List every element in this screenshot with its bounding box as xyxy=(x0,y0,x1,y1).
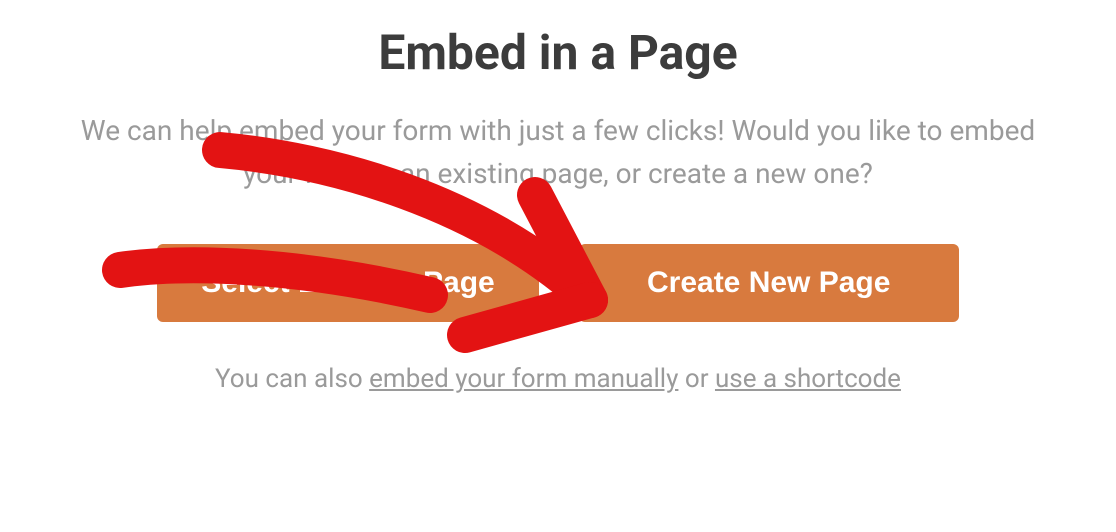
button-row: Select Existing Page Create New Page xyxy=(157,244,958,322)
footer-text: You can also embed your form manually or… xyxy=(215,364,901,394)
embed-manually-link[interactable]: embed your form manually xyxy=(369,364,678,394)
use-shortcode-link[interactable]: use a shortcode xyxy=(715,364,901,394)
create-new-page-button[interactable]: Create New Page xyxy=(579,244,959,322)
footer-prefix: You can also xyxy=(215,364,369,394)
footer-mid: or xyxy=(685,364,715,394)
dialog-description: We can help embed your form with just a … xyxy=(78,109,1038,196)
select-existing-page-button[interactable]: Select Existing Page xyxy=(157,244,538,322)
dialog-title: Embed in a Page xyxy=(378,24,737,81)
